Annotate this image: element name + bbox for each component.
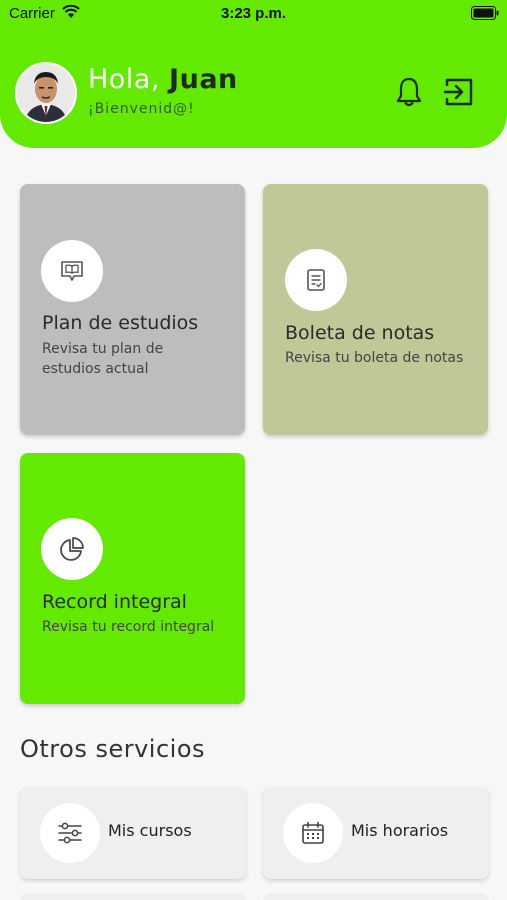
plan-de-estudios-card[interactable]: Plan de estudios Revisa tu plan de estud… — [20, 184, 245, 435]
sliders-icon-circle — [40, 803, 100, 863]
mis-cursos-button[interactable]: Mis cursos — [20, 787, 246, 879]
report-icon-circle — [285, 249, 347, 311]
header: Carrier 3:23 p.m. Hola, Juan ¡Bienvenid@… — [0, 0, 507, 148]
other-services-title: Otros servicios — [20, 735, 206, 763]
card-subtitle: Revisa tu boleta de notas — [285, 350, 464, 366]
battery-icon — [471, 6, 499, 20]
greeting-text: Hola, — [88, 64, 160, 95]
status-bar: Carrier 3:23 p.m. — [0, 0, 507, 28]
avatar-photo — [17, 64, 75, 122]
status-time: 3:23 p.m. — [220, 5, 287, 22]
mis-cursos-label: Mis cursos — [108, 821, 192, 840]
welcome-text: ¡Bienvenid@! — [88, 101, 195, 117]
service-card-partial[interactable] — [20, 893, 246, 900]
book-icon — [61, 261, 83, 281]
pie-chart-icon-circle — [41, 518, 103, 580]
card-subtitle: Revisa tu record integral — [42, 619, 215, 635]
avatar[interactable] — [15, 62, 77, 124]
card-subtitle: Revisa tu plan de estudios actual — [42, 341, 164, 377]
pie-chart-icon — [60, 537, 84, 561]
service-card-partial[interactable] — [263, 893, 489, 900]
card-title: Boleta de notas — [285, 322, 435, 344]
boleta-de-notas-card[interactable]: Boleta de notas Revisa tu boleta de nota… — [263, 184, 488, 435]
greeting: Hola, Juan — [88, 64, 238, 95]
logout-icon[interactable] — [443, 76, 475, 108]
mis-horarios-label: Mis horarios — [351, 821, 449, 840]
calendar-icon — [302, 821, 324, 844]
bell-icon[interactable] — [395, 76, 423, 108]
card-title: Record integral — [42, 591, 187, 613]
sliders-icon — [58, 822, 82, 844]
mis-horarios-button[interactable]: Mis horarios — [263, 787, 489, 879]
record-integral-card[interactable]: Record integral Revisa tu record integra… — [20, 453, 245, 704]
user-name: Juan — [169, 64, 238, 95]
report-icon — [307, 269, 325, 291]
calendar-icon-circle — [283, 803, 343, 863]
card-title: Plan de estudios — [42, 312, 199, 334]
book-icon-circle — [41, 240, 103, 302]
